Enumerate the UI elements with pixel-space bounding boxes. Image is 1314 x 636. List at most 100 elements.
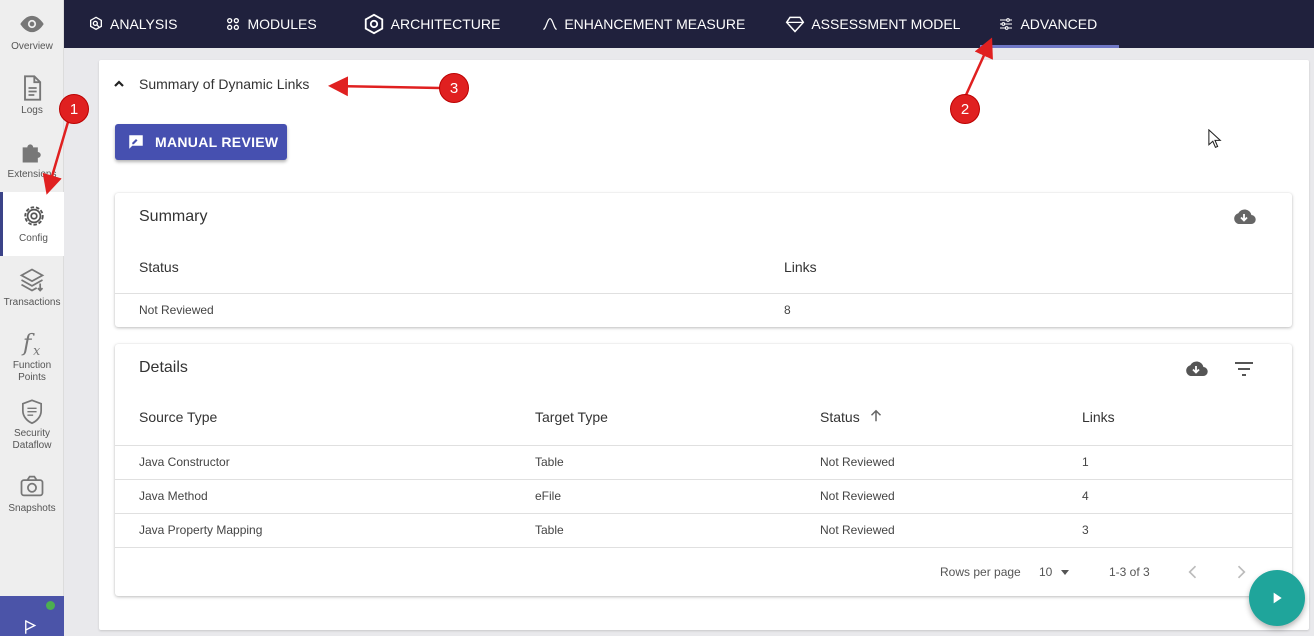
- sliders-icon: [1000, 18, 1013, 30]
- arrow-up-icon[interactable]: [867, 407, 885, 425]
- sidebar-item-snapshots[interactable]: Snapshots: [0, 462, 64, 526]
- annotation-marker-1: 1: [59, 94, 89, 124]
- cell-status: Not Reviewed: [820, 455, 895, 469]
- summary-title: Summary: [139, 208, 208, 225]
- sidebar-bottom-panel[interactable]: [0, 596, 64, 636]
- tab-analysis[interactable]: ANALYSIS: [84, 0, 181, 48]
- download-summary-button[interactable]: [1231, 204, 1257, 230]
- cell-target-type: eFile: [535, 489, 562, 503]
- cloud-download-icon: [1186, 361, 1208, 377]
- tab-architecture[interactable]: ARCHITECTURE: [359, 0, 505, 48]
- column-header-source-type[interactable]: Source Type: [139, 409, 217, 425]
- sidebar-item-config[interactable]: Config: [0, 192, 64, 256]
- sidebar-item-extensions[interactable]: Extensions: [0, 128, 64, 192]
- column-header-links[interactable]: Links: [1082, 409, 1115, 425]
- mouse-cursor-icon: [1208, 129, 1222, 149]
- tab-label: ADVANCED: [1020, 16, 1098, 32]
- architecture-icon: [364, 13, 383, 35]
- chevron-left-icon[interactable]: [1183, 562, 1203, 582]
- details-card: Details Source Type Target Type Status L…: [115, 344, 1292, 596]
- diamond-icon: [786, 16, 805, 33]
- sidebar-item-label: Config: [19, 233, 48, 244]
- tab-label: ANALYSIS: [110, 16, 178, 32]
- rows-per-page-select[interactable]: 10: [1039, 565, 1070, 579]
- summary-card: Summary Status Links Not Reviewed 8: [115, 193, 1292, 327]
- chevron-right-icon[interactable]: [1231, 562, 1251, 582]
- caret-down-icon: [1061, 570, 1070, 575]
- column-header-status[interactable]: Status: [820, 409, 860, 425]
- gear-icon: [23, 206, 44, 226]
- column-header-links: Links: [784, 259, 817, 275]
- sidebar-item-security-dataflow[interactable]: Security Dataflow: [0, 388, 64, 452]
- summary-cell-links: 8: [784, 303, 791, 317]
- filter-button[interactable]: [1231, 356, 1257, 382]
- sidebar-item-label: Snapshots: [8, 503, 56, 514]
- cell-links: 3: [1082, 523, 1089, 537]
- cell-links: 1: [1082, 455, 1089, 469]
- status-dot: [46, 601, 55, 610]
- divider: [115, 513, 1292, 514]
- rate-review-icon: [129, 135, 143, 149]
- puzzle-icon: [22, 144, 41, 163]
- chevron-up-icon: [114, 80, 124, 87]
- function-icon: fx: [21, 331, 40, 358]
- tab-assessment-model[interactable]: ASSESSMENT MODEL: [781, 0, 964, 48]
- divider: [115, 479, 1292, 480]
- column-header-target-type[interactable]: Target Type: [535, 409, 608, 425]
- modules-icon: [227, 17, 240, 30]
- sidebar-item-transactions[interactable]: Transactions: [0, 256, 64, 320]
- sidebar-item-label: Security Dataflow: [12, 428, 52, 452]
- summary-cell-status: Not Reviewed: [139, 303, 214, 317]
- annotation-marker-3: 3: [439, 73, 469, 103]
- cell-status: Not Reviewed: [820, 489, 895, 503]
- sidebar: Overview Logs Extensions Config Transact…: [0, 0, 64, 636]
- flag-icon: [25, 620, 37, 634]
- cell-target-type: Table: [535, 523, 564, 537]
- sidebar-item-function-points[interactable]: fx Function Points: [0, 320, 64, 384]
- run-fab-button[interactable]: [1249, 570, 1305, 626]
- annotation-marker-2: 2: [950, 94, 980, 124]
- sidebar-item-label: Logs: [21, 105, 43, 116]
- play-icon: [1273, 592, 1282, 604]
- divider: [115, 547, 1292, 548]
- top-navigation: ANALYSIS MODULES ARCHITECTURE ENHANCEMEN…: [64, 0, 1314, 48]
- eye-icon: [20, 15, 44, 33]
- shield-icon: [21, 399, 43, 425]
- rows-per-page-value: 10: [1039, 565, 1053, 579]
- sidebar-item-label: Overview: [11, 41, 53, 52]
- curve-icon: [543, 18, 558, 30]
- sidebar-item-logs[interactable]: Logs: [0, 64, 64, 128]
- cell-source-type: Java Constructor: [139, 455, 230, 469]
- cell-status: Not Reviewed: [820, 523, 895, 537]
- camera-icon: [20, 475, 44, 497]
- manual-review-button[interactable]: MANUAL REVIEW: [115, 124, 287, 160]
- sidebar-item-label: Extensions: [7, 169, 57, 180]
- divider: [115, 445, 1292, 446]
- main-panel: Summary of Dynamic Links MANUAL REVIEW S…: [99, 60, 1309, 630]
- pagination-range: 1-3 of 3: [1109, 565, 1150, 579]
- tab-label: ENHANCEMENT MEASURE: [564, 16, 746, 32]
- details-title: Details: [139, 359, 188, 376]
- tab-label: ASSESSMENT MODEL: [811, 16, 961, 32]
- sidebar-item-label: Transactions: [3, 297, 61, 308]
- tab-label: MODULES: [247, 16, 317, 32]
- cloud-download-icon: [1234, 209, 1256, 225]
- analysis-icon: [90, 16, 102, 31]
- sidebar-item-overview[interactable]: Overview: [0, 0, 64, 64]
- cell-source-type: Java Property Mapping: [139, 523, 263, 537]
- cell-source-type: Java Method: [139, 489, 208, 503]
- column-header-status: Status: [139, 259, 179, 275]
- tab-modules[interactable]: MODULES: [221, 0, 320, 48]
- manual-review-label: MANUAL REVIEW: [155, 134, 279, 150]
- rows-per-page-label: Rows per page: [940, 565, 1021, 579]
- svg-text:x: x: [33, 343, 40, 357]
- tab-advanced[interactable]: ADVANCED: [980, 0, 1119, 48]
- divider: [115, 293, 1292, 294]
- tab-label: ARCHITECTURE: [390, 16, 501, 32]
- tab-enhancement-measure[interactable]: ENHANCEMENT MEASURE: [538, 0, 749, 48]
- layers-icon: [19, 268, 45, 292]
- section-title: Summary of Dynamic Links: [139, 76, 310, 92]
- cell-target-type: Table: [535, 455, 564, 469]
- download-details-button[interactable]: [1183, 356, 1209, 382]
- section-header[interactable]: Summary of Dynamic Links: [113, 76, 309, 92]
